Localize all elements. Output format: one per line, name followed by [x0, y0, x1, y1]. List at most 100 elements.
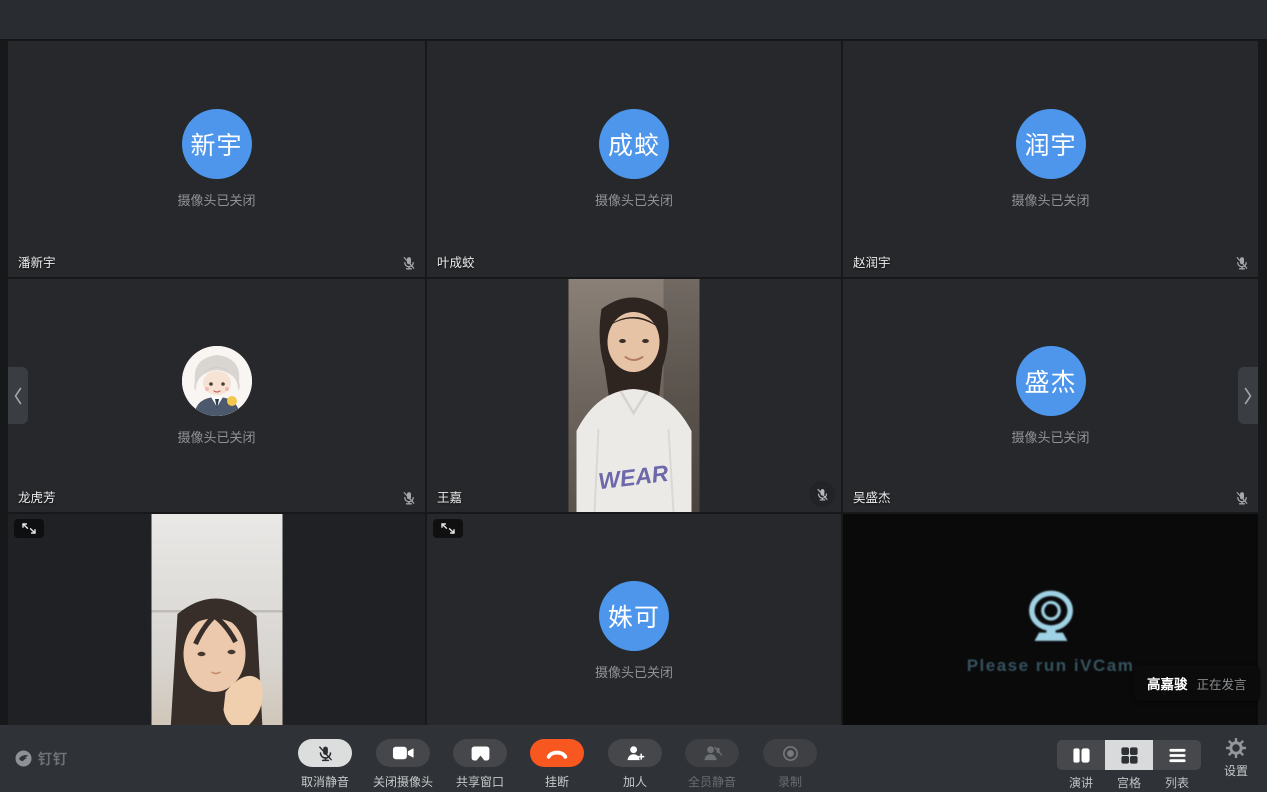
grid-view-icon: [1120, 746, 1139, 765]
avatar-initials: 成蛟: [608, 126, 660, 162]
expand-tile-button[interactable]: [14, 519, 44, 538]
expand-icon: [433, 519, 463, 538]
participant-tile[interactable]: 新宇 摄像头已关闭 潘新宇: [8, 41, 425, 277]
share-window-button[interactable]: 共享窗口: [441, 739, 519, 790]
muted-mic-icon: [401, 255, 417, 271]
view-switcher-labels: 演讲 宫格 列表: [1057, 774, 1201, 791]
avatar-initials: 润宇: [1024, 126, 1076, 162]
settings-label: 设置: [1224, 762, 1248, 779]
view-switcher: [1057, 740, 1201, 770]
gear-icon: [1226, 738, 1246, 758]
video-frame-graphic: [151, 514, 282, 725]
camera-off-placeholder: 成蛟 摄像头已关闭: [427, 41, 841, 277]
video-frame-graphic: WEAR: [569, 279, 700, 512]
participant-name: 叶成蛟: [437, 252, 475, 271]
mute-all-button: 全员静音: [673, 739, 751, 790]
camera-off-label: 摄像头已关闭: [177, 427, 255, 446]
participant-tile[interactable]: 成蛟 摄像头已关闭 叶成蛟: [427, 41, 841, 277]
camera-off-label: 摄像头已关闭: [595, 190, 673, 209]
expand-tile-button[interactable]: [433, 519, 463, 538]
participant-tile[interactable]: 姝可 摄像头已关闭: [427, 514, 841, 725]
hangup-pill[interactable]: [530, 739, 584, 767]
mute-all-label: 全员静音: [688, 773, 736, 790]
speaker-status: 正在发言: [1197, 674, 1247, 693]
record-button: 录制: [751, 739, 829, 790]
participant-name: 龙虎芳: [18, 487, 56, 506]
camera-off-placeholder: 盛杰 摄像头已关闭: [843, 279, 1258, 512]
dingtalk-brand: 钉钉: [15, 725, 68, 792]
prev-page-button[interactable]: [8, 367, 28, 424]
unmute-button[interactable]: 取消静音: [286, 739, 364, 790]
camera-off-label: 摄像头已关闭: [177, 190, 255, 209]
unmute-label: 取消静音: [301, 773, 349, 790]
brand-name: 钉钉: [38, 749, 68, 769]
settings-button[interactable]: 设置: [1212, 738, 1260, 779]
meeting-toolbar: 钉钉 取消静音 关闭摄像头 共享窗口: [0, 725, 1267, 792]
participant-tile[interactable]: WEAR 王嘉: [427, 279, 841, 512]
avatar: 润宇: [1016, 109, 1086, 179]
speaker-name: 高嘉骏: [1147, 673, 1188, 693]
participant-tile[interactable]: 盛杰 摄像头已关闭 吴盛杰: [843, 279, 1258, 512]
hang-up-button[interactable]: 挂断: [518, 739, 596, 790]
list-view-icon: [1168, 746, 1187, 765]
mute-all-pill: [685, 739, 739, 767]
unmute-pill[interactable]: [298, 739, 352, 767]
share-window-label: 共享窗口: [456, 773, 504, 790]
avatar: 成蛟: [599, 109, 669, 179]
camera-off-label: 摄像头已关闭: [1011, 427, 1089, 446]
participant-name: 潘新宇: [18, 252, 56, 271]
video-camera-icon: [392, 745, 415, 761]
muted-mic-icon: [1234, 490, 1250, 506]
participant-name: 吴盛杰: [853, 487, 891, 506]
participant-name: 王嘉: [437, 487, 462, 506]
add-person-button[interactable]: 加人: [596, 739, 674, 790]
mic-muted-icon: [316, 744, 335, 763]
share-pill[interactable]: [453, 739, 507, 767]
camera-pill[interactable]: [376, 739, 430, 767]
window-titlebar: [0, 0, 1267, 40]
add-person-icon: [625, 744, 646, 763]
camera-off-placeholder: 润宇 摄像头已关闭: [843, 41, 1258, 277]
participant-tile[interactable]: [8, 514, 425, 725]
expand-icon: [14, 519, 44, 538]
participant-tile[interactable]: 润宇 摄像头已关闭 赵润宇: [843, 41, 1258, 277]
share-screen-icon: [471, 746, 490, 761]
camera-off-placeholder: 新宇 摄像头已关闭: [8, 41, 425, 277]
participant-name: 赵润宇: [853, 252, 891, 271]
view-list-button[interactable]: [1153, 740, 1201, 770]
add-person-pill[interactable]: [608, 739, 662, 767]
camera-off-label: 关闭摄像头: [373, 773, 433, 790]
view-grid-button[interactable]: [1105, 740, 1153, 770]
next-page-button[interactable]: [1238, 367, 1258, 424]
phone-down-icon: [545, 747, 569, 760]
camera-off-button[interactable]: 关闭摄像头: [364, 739, 442, 790]
record-icon: [781, 744, 800, 763]
chevron-left-icon: [12, 384, 24, 408]
avatar-initials: 新宇: [190, 126, 242, 162]
camera-off-placeholder: 摄像头已关闭: [8, 279, 425, 512]
participant-video: [151, 514, 282, 725]
participant-tile[interactable]: 摄像头已关闭 龙虎芳: [8, 279, 425, 512]
view-list-label: 列表: [1153, 774, 1201, 791]
record-label: 录制: [778, 773, 802, 790]
dingtalk-logo-icon: [15, 750, 32, 767]
avatar-initials: 盛杰: [1024, 363, 1076, 399]
avatar: 新宇: [182, 109, 252, 179]
avatar-image: [182, 346, 252, 416]
view-grid-label: 宫格: [1105, 774, 1153, 791]
speaker-view-icon: [1072, 746, 1091, 765]
camera-off-label: 摄像头已关闭: [595, 662, 673, 681]
avatar-initials: 姝可: [608, 598, 660, 634]
mute-all-icon: [702, 744, 723, 763]
anime-avatar-graphic: [182, 346, 252, 416]
webcam-icon: [1009, 586, 1093, 650]
add-person-label: 加人: [623, 773, 647, 790]
participant-grid: 新宇 摄像头已关闭 潘新宇 成蛟 摄像头已关闭 叶成蛟 润宇 摄像头已关闭 赵润…: [8, 41, 1258, 725]
view-speaker-label: 演讲: [1057, 774, 1105, 791]
ivcam-message: Please run iVCam: [967, 656, 1135, 676]
record-pill: [763, 739, 817, 767]
view-speaker-button[interactable]: [1057, 740, 1105, 770]
muted-mic-badge: [809, 481, 835, 507]
meeting-window: 新宇 摄像头已关闭 潘新宇 成蛟 摄像头已关闭 叶成蛟 润宇 摄像头已关闭 赵润…: [0, 0, 1267, 792]
chevron-right-icon: [1242, 384, 1254, 408]
